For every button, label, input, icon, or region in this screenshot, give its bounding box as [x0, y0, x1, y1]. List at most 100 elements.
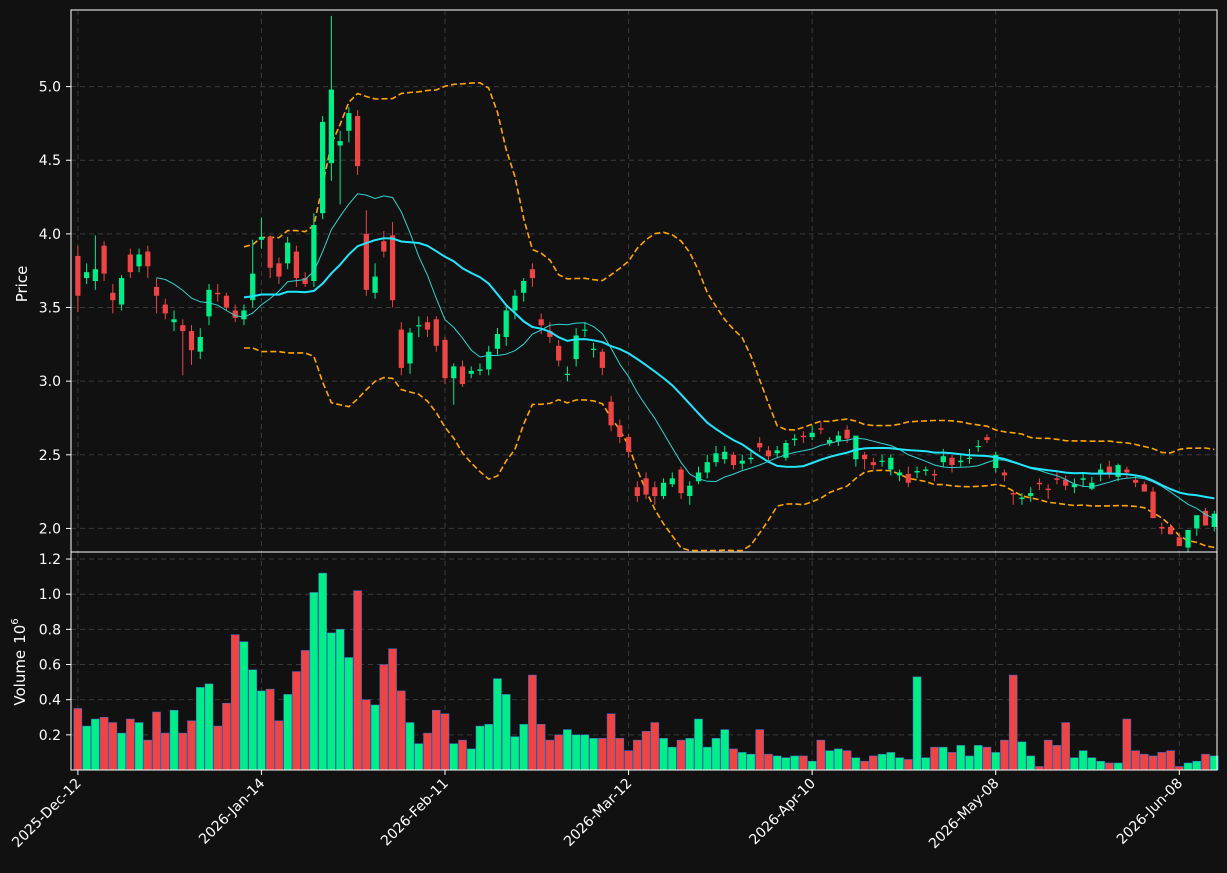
volume-bar: [501, 694, 511, 771]
volume-bar: [554, 734, 563, 771]
volume-bar: [1070, 757, 1079, 771]
volume-bar: [423, 732, 432, 771]
candle-body: [818, 428, 824, 430]
candle-body: [984, 437, 990, 441]
volume-bar: [851, 757, 861, 771]
candle-body: [730, 454, 737, 466]
candle-body: [1167, 526, 1174, 535]
volume-bar: [912, 676, 922, 771]
volume-bar: [633, 739, 642, 771]
volume-bar: [1113, 762, 1123, 771]
candle-body: [320, 121, 326, 214]
candle-body: [433, 319, 439, 346]
candle-body: [1141, 484, 1147, 492]
price-tick-label: 4.5: [39, 153, 61, 169]
volume-bar: [143, 739, 153, 771]
candle-body: [739, 460, 745, 464]
volume-bar: [475, 725, 485, 771]
volume-bar: [720, 729, 730, 771]
volume-bar: [230, 634, 240, 771]
volume-bar: [877, 753, 887, 771]
candle-body: [92, 269, 98, 281]
volume-bar: [1026, 755, 1035, 771]
candle-body: [695, 472, 702, 482]
volume-bar: [431, 709, 441, 771]
volume-bar: [134, 722, 144, 771]
candle-body: [1080, 478, 1086, 480]
volume-bar: [921, 757, 931, 771]
volume-bar: [1017, 741, 1027, 771]
volume-bar: [694, 718, 703, 771]
volume-bar: [799, 755, 808, 771]
candle-body: [328, 89, 334, 164]
volume-bar: [729, 748, 738, 771]
volume-bar: [1183, 762, 1193, 771]
candle-body: [844, 429, 850, 439]
volume-tick-label: 1.2: [39, 552, 61, 568]
volume-bar: [702, 746, 712, 771]
candle-body: [407, 332, 413, 364]
candle-body: [1028, 493, 1034, 497]
volume-bar: [895, 757, 904, 771]
volume-tick-label: 0.2: [39, 728, 61, 744]
volume-bar: [676, 739, 686, 771]
candle-body: [223, 295, 230, 308]
candle-body: [774, 450, 780, 454]
candle-body: [1054, 478, 1060, 480]
volume-bar: [213, 725, 223, 771]
candle-body: [477, 369, 483, 371]
candle-body: [634, 487, 640, 497]
candle-body: [923, 469, 929, 471]
candle-body: [241, 310, 247, 320]
candle-body: [914, 470, 920, 473]
volume-bar: [641, 731, 651, 771]
candle-body: [949, 457, 955, 466]
candle-body: [267, 236, 273, 268]
candle-body: [389, 235, 396, 301]
candle-body: [503, 310, 509, 337]
volume-bar: [807, 760, 817, 771]
candle-body: [494, 334, 501, 349]
volume-bar: [510, 736, 520, 771]
candle-body: [556, 345, 562, 361]
candle-body: [660, 482, 667, 497]
volume-bar: [353, 590, 362, 771]
price-tick-label: 4.0: [39, 227, 61, 243]
price-tick-label: 2.5: [39, 448, 61, 464]
volume-bar: [956, 745, 966, 771]
candle-body: [354, 116, 361, 167]
candle-body: [459, 366, 466, 385]
candle-body: [258, 236, 265, 240]
volume-bar: [711, 738, 721, 771]
candle-body: [529, 269, 536, 279]
volume-bar: [519, 724, 528, 771]
volume-bar: [816, 739, 826, 771]
price-axis-label: Price: [13, 266, 31, 303]
candle-body: [879, 460, 885, 462]
volume-bar: [274, 720, 284, 771]
candle-body: [512, 295, 518, 311]
candle-body: [1150, 491, 1156, 519]
candle-body: [590, 348, 597, 350]
volume-tick-label: 0.6: [39, 658, 61, 674]
volume-bar: [1192, 760, 1202, 771]
candle-body: [451, 366, 457, 379]
candle-body: [617, 425, 623, 438]
candle-body: [888, 457, 894, 470]
volume-bar: [82, 725, 91, 771]
candle-body: [713, 453, 719, 463]
volume-bar: [1201, 753, 1210, 771]
candle-body: [757, 443, 763, 448]
volume-bar: [405, 722, 415, 771]
volume-bar: [772, 755, 782, 771]
volume-bar: [571, 734, 581, 771]
candle-body: [809, 432, 815, 438]
candle-body: [905, 473, 911, 483]
candle-body: [1211, 513, 1217, 527]
volume-bar: [737, 752, 747, 771]
candle-body: [1159, 526, 1165, 529]
volume-bar: [449, 743, 459, 771]
volume-bar: [834, 748, 843, 771]
candle-body: [1132, 479, 1139, 483]
volume-tick-label: 0.4: [39, 693, 61, 709]
